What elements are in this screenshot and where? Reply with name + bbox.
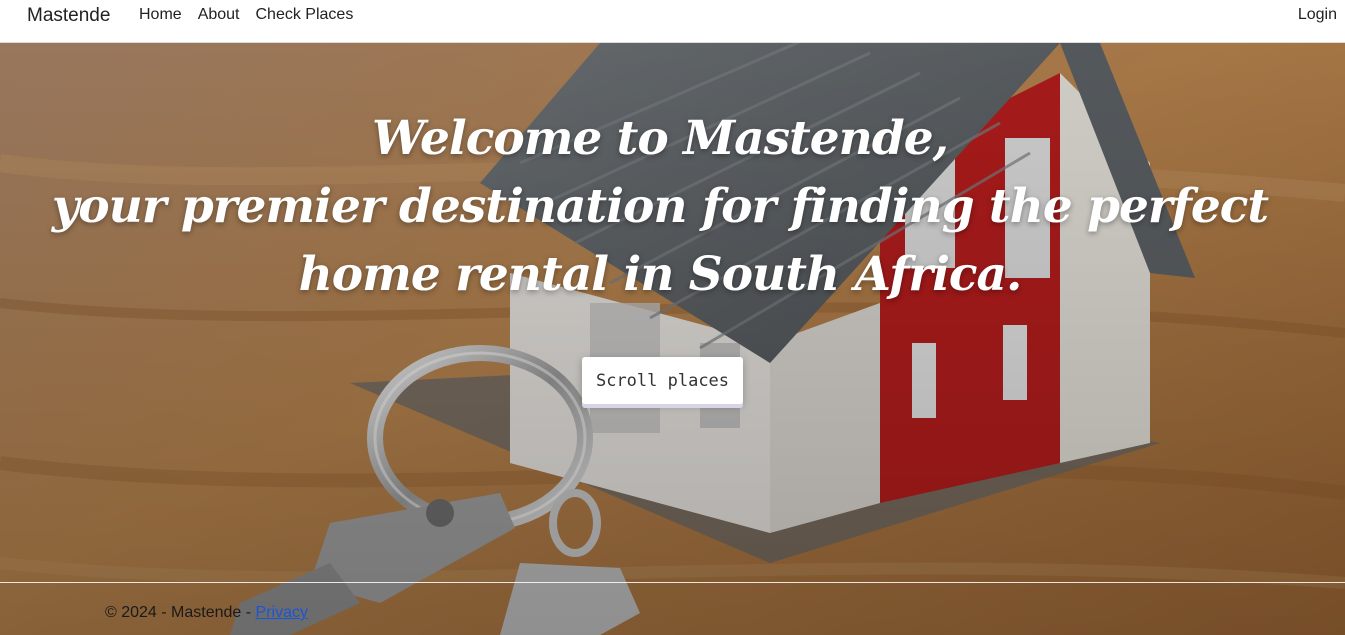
- brand-link[interactable]: Mastende: [27, 5, 110, 27]
- hero-section: Welcome to Mastende, your premier destin…: [0, 43, 1345, 635]
- footer-copyright-text: © 2024 - Mastende -: [105, 604, 256, 621]
- login-link[interactable]: Login: [1298, 6, 1337, 24]
- top-navbar: Mastende Home About Check Places Login: [0, 0, 1345, 43]
- hero-title-line-2: your premier destination for finding the…: [51, 179, 1269, 234]
- footer-copyright: © 2024 - Mastende - Privacy: [105, 604, 308, 622]
- hero-title-line-1: Welcome to Mastende,: [372, 111, 949, 166]
- nav-links: Home About Check Places: [139, 6, 353, 24]
- hero-title-line-3: home rental in South Africa.: [298, 247, 1023, 302]
- footer: © 2024 - Mastende - Privacy: [0, 582, 1345, 635]
- scroll-places-button[interactable]: Scroll places: [582, 357, 743, 404]
- nav-about-link[interactable]: About: [198, 6, 240, 24]
- nav-check-places-link[interactable]: Check Places: [256, 6, 354, 24]
- privacy-link[interactable]: Privacy: [256, 604, 308, 621]
- nav-home-link[interactable]: Home: [139, 6, 182, 24]
- hero-title: Welcome to Mastende, your premier destin…: [0, 105, 1320, 309]
